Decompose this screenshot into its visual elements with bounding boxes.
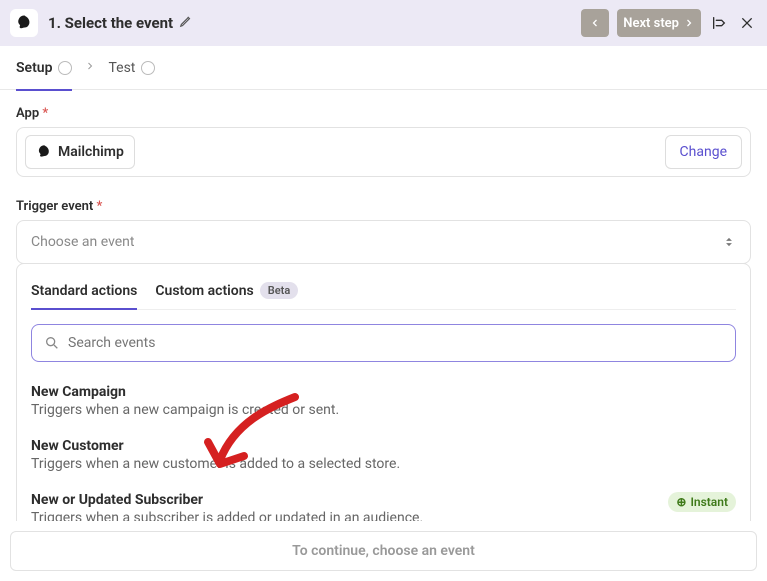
chevron-right-icon [84, 60, 96, 72]
header-bar: 1. Select the event Next step [0, 0, 767, 46]
trigger-event-label: Trigger event * [16, 199, 751, 214]
main-content: App * Mailchimp Change Trigger event * C… [0, 90, 767, 547]
event-panel-tabs: Standard actions Custom actions Beta [31, 276, 736, 310]
event-list: New Campaign Triggers when a new campaign… [31, 374, 736, 530]
step-tabs: Setup Test [0, 46, 767, 90]
selected-app-chip: Mailchimp [25, 135, 135, 169]
tab-test[interactable]: Test [108, 46, 155, 90]
chevron-left-icon [589, 17, 601, 29]
tab-setup[interactable]: Setup [16, 46, 72, 90]
beta-badge: Beta [260, 282, 299, 299]
event-title: New Customer [31, 438, 736, 454]
integration-app-logo [10, 9, 38, 37]
footer: To continue, choose an event [0, 521, 767, 581]
edit-title-button[interactable] [179, 14, 193, 32]
header-controls: Next step [581, 9, 757, 37]
tab-separator [84, 60, 96, 76]
prev-step-button[interactable] [581, 9, 609, 37]
search-icon [44, 335, 60, 351]
status-incomplete-icon [58, 61, 72, 75]
instant-badge: Instant [668, 492, 736, 512]
close-button[interactable] [737, 15, 757, 31]
status-incomplete-icon [141, 61, 155, 75]
next-step-button[interactable]: Next step [617, 9, 701, 37]
event-item[interactable]: New Campaign Triggers when a new campaign… [31, 374, 736, 428]
event-description: Triggers when a new campaign is created … [31, 402, 736, 418]
search-events-box[interactable] [31, 324, 736, 362]
event-description: Triggers when a new customer is added to… [31, 456, 736, 472]
pencil-icon [179, 14, 193, 28]
close-icon [739, 15, 755, 31]
app-label: App * [16, 106, 751, 121]
chevron-updown-icon [722, 235, 736, 249]
continue-button[interactable]: To continue, choose an event [10, 531, 757, 571]
event-title: New or Updated Subscriber [31, 492, 656, 508]
tab-standard-actions[interactable]: Standard actions [31, 277, 137, 309]
search-events-input[interactable] [68, 335, 723, 351]
app-row: Mailchimp Change [16, 127, 751, 177]
event-panel: Standard actions Custom actions Beta New… [16, 263, 751, 531]
expand-button[interactable] [709, 15, 729, 31]
page-title: 1. Select the event [48, 14, 581, 32]
mailchimp-icon [36, 144, 52, 160]
event-title: New Campaign [31, 384, 736, 400]
tab-custom-actions[interactable]: Custom actions Beta [155, 276, 298, 309]
event-item[interactable]: New Customer Triggers when a new customer… [31, 428, 736, 482]
mailchimp-logo-icon [15, 14, 33, 32]
change-app-button[interactable]: Change [665, 135, 742, 169]
chevron-right-icon [683, 17, 695, 29]
trigger-event-dropdown[interactable]: Choose an event [16, 220, 751, 264]
expand-icon [711, 15, 727, 31]
